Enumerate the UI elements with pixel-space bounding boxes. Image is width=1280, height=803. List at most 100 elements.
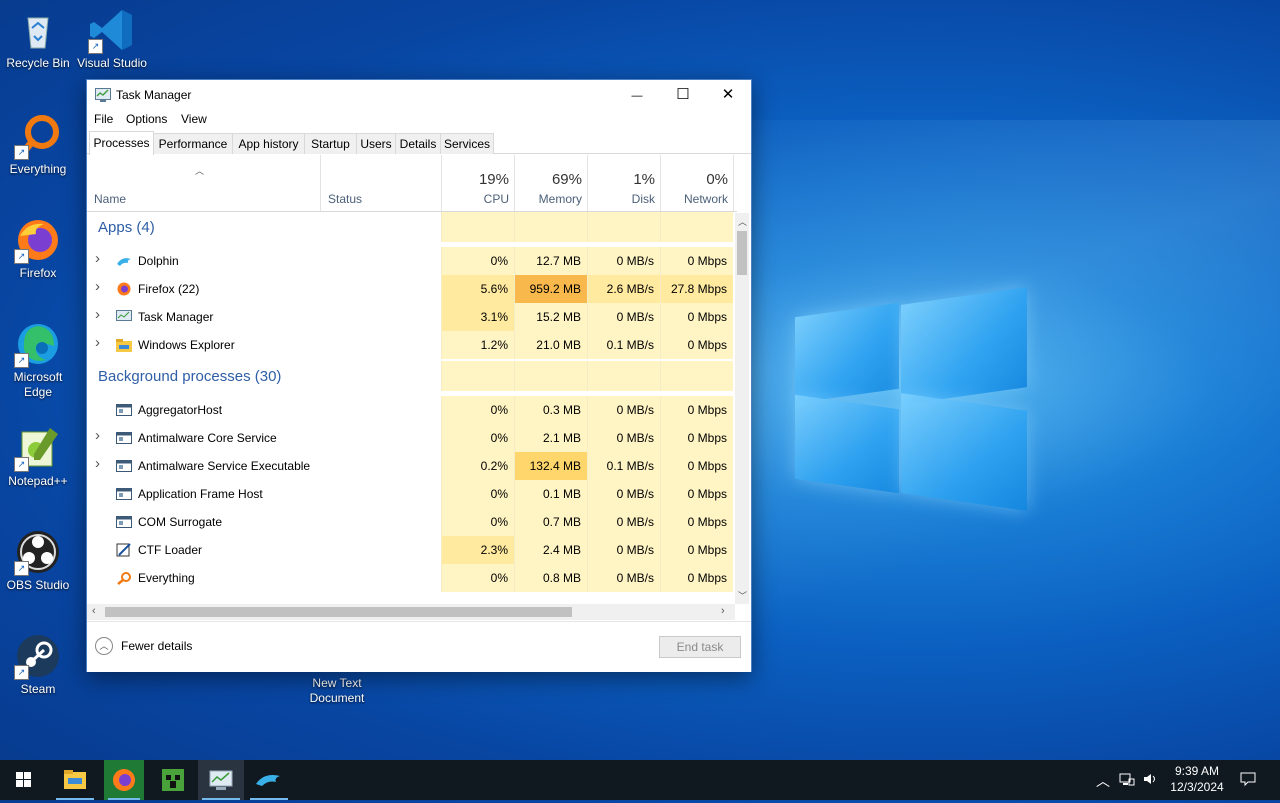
column-cpu[interactable]: 19% CPU bbox=[441, 155, 515, 211]
scroll-right-icon[interactable]: › bbox=[721, 605, 725, 617]
disk-total-percent: 1% bbox=[633, 171, 655, 188]
desktop-icon-label: Recycle Bin bbox=[6, 56, 70, 70]
column-disk[interactable]: 1% Disk bbox=[587, 155, 661, 211]
tab-performance[interactable]: Performance bbox=[153, 133, 233, 154]
tab-startup[interactable]: Startup bbox=[304, 133, 357, 154]
expand-chevron-icon[interactable]: › bbox=[95, 427, 100, 444]
vertical-scrollbar[interactable]: ︿ ﹀ bbox=[735, 213, 749, 604]
taskbar-dolphin[interactable] bbox=[246, 760, 292, 800]
desktop-icon-notepadpp[interactable]: ↗ Notepad++ bbox=[0, 424, 76, 489]
process-cpu: 0% bbox=[441, 480, 514, 508]
desktop-icon-edge[interactable]: ↗ Microsoft Edge bbox=[0, 320, 76, 400]
tab-app-history[interactable]: App history bbox=[232, 133, 305, 154]
process-row[interactable]: › Antimalware Core Service 0% 2.1 MB 0 MB/s 0… bbox=[87, 424, 737, 452]
task-manager-window: Task Manager — ☐ ✕ File Options View Pro… bbox=[86, 79, 752, 672]
shortcut-arrow-icon: ↗ bbox=[14, 665, 29, 680]
tab-details[interactable]: Details bbox=[395, 133, 441, 154]
service-window-icon bbox=[116, 459, 132, 473]
menu-view[interactable]: View bbox=[181, 112, 207, 126]
desktop-icon-firefox[interactable]: ↗ Firefox bbox=[0, 216, 76, 281]
column-memory[interactable]: 69% Memory bbox=[514, 155, 588, 211]
notifications-icon[interactable] bbox=[1240, 771, 1256, 790]
taskbar-task-manager[interactable] bbox=[198, 760, 244, 800]
maximize-button[interactable]: ☐ bbox=[660, 80, 706, 109]
scroll-left-icon[interactable]: ‹ bbox=[92, 605, 96, 617]
everything-icon bbox=[116, 571, 132, 585]
process-network: 0 Mbps bbox=[660, 508, 733, 536]
dolphin-icon bbox=[256, 775, 280, 786]
expand-chevron-icon[interactable]: › bbox=[95, 455, 100, 472]
process-memory: 0.1 MB bbox=[514, 480, 587, 508]
process-row[interactable]: › Task Manager 3.1% 15.2 MB 0 MB/s 0 Mbps bbox=[87, 303, 737, 331]
process-name: Dolphin bbox=[138, 254, 179, 268]
process-disk: 0 MB/s bbox=[587, 564, 660, 592]
horizontal-scroll-thumb[interactable] bbox=[105, 607, 572, 617]
service-window-icon bbox=[116, 515, 132, 529]
volume-icon[interactable] bbox=[1142, 771, 1158, 790]
vertical-scroll-thumb[interactable] bbox=[737, 231, 747, 275]
minimize-button[interactable]: — bbox=[614, 80, 660, 109]
heat-cell bbox=[514, 361, 587, 391]
process-network: 0 Mbps bbox=[660, 331, 733, 359]
process-network: 0 Mbps bbox=[660, 452, 733, 480]
process-network: 0 Mbps bbox=[660, 564, 733, 592]
process-row[interactable]: CTF Loader 2.3% 2.4 MB 0 MB/s 0 Mbps bbox=[87, 536, 737, 564]
taskbar-file-explorer[interactable] bbox=[52, 760, 98, 800]
process-row[interactable]: › Windows Explorer 1.2% 21.0 MB 0.1 MB/s 0 Mb… bbox=[87, 331, 737, 359]
horizontal-scrollbar[interactable]: ‹ › bbox=[87, 604, 735, 620]
desktop-icon-obs[interactable]: ↗ OBS Studio bbox=[0, 528, 76, 593]
column-network[interactable]: 0% Network bbox=[660, 155, 734, 211]
process-row[interactable]: › Firefox (22) 5.6% 959.2 MB 2.6 MB/s 27.8 Mb… bbox=[87, 275, 737, 303]
taskbar-minecraft[interactable] bbox=[150, 760, 196, 800]
start-button[interactable] bbox=[0, 760, 46, 800]
tab-services[interactable]: Services bbox=[440, 133, 494, 154]
end-task-button[interactable]: End task bbox=[659, 636, 741, 658]
taskbar-clock[interactable]: 9:39 AM 12/3/2024 bbox=[1164, 763, 1230, 795]
firefox-icon: ↗ bbox=[14, 216, 62, 264]
expand-chevron-icon[interactable]: › bbox=[95, 334, 100, 351]
scroll-down-icon[interactable]: ﹀ bbox=[738, 589, 747, 602]
tab-users[interactable]: Users bbox=[356, 133, 396, 154]
process-row[interactable]: AggregatorHost 0% 0.3 MB 0 MB/s 0 Mbps bbox=[87, 396, 737, 424]
expand-chevron-icon[interactable]: › bbox=[95, 278, 100, 295]
maximize-icon: ☐ bbox=[676, 86, 690, 103]
desktop-icon-recycle-bin[interactable]: Recycle Bin bbox=[0, 6, 76, 71]
obs-icon: ↗ bbox=[14, 528, 62, 576]
title-bar[interactable]: Task Manager — ☐ ✕ bbox=[87, 80, 751, 109]
ctf-loader-icon bbox=[116, 543, 132, 557]
everything-icon: ↗ bbox=[14, 112, 62, 160]
process-disk: 0 MB/s bbox=[587, 247, 660, 275]
process-row[interactable]: Everything 0% 0.8 MB 0 MB/s 0 Mbps bbox=[87, 564, 737, 592]
process-row[interactable]: › Antimalware Service Executable 0.2% 132.4… bbox=[87, 452, 737, 480]
process-row[interactable]: COM Surrogate 0% 0.7 MB 0 MB/s 0 Mbps bbox=[87, 508, 737, 536]
process-disk: 2.6 MB/s bbox=[587, 275, 660, 303]
column-network-label: Network bbox=[683, 192, 728, 206]
show-hidden-icons[interactable]: ︿ bbox=[1096, 771, 1110, 791]
menu-file[interactable]: File bbox=[94, 112, 113, 126]
column-power[interactable]: P bbox=[733, 155, 738, 211]
process-memory: 132.4 MB bbox=[514, 452, 587, 480]
desktop-icon-steam[interactable]: ↗ Steam bbox=[0, 632, 76, 697]
taskbar-firefox[interactable] bbox=[104, 760, 144, 800]
process-memory: 959.2 MB bbox=[514, 275, 587, 303]
group-title: Apps (4) bbox=[98, 219, 155, 236]
expand-chevron-icon[interactable]: › bbox=[95, 250, 100, 267]
process-network: 0 Mbps bbox=[660, 303, 733, 331]
close-button[interactable]: ✕ bbox=[705, 80, 751, 109]
process-name: Antimalware Service Executable bbox=[138, 459, 311, 473]
expand-chevron-icon[interactable]: › bbox=[95, 306, 100, 323]
column-name[interactable]: Name bbox=[87, 155, 320, 211]
desktop-icon-vscode[interactable]: ↗ Visual Studio Code bbox=[74, 6, 150, 71]
network-icon[interactable] bbox=[1119, 771, 1135, 790]
tab-processes[interactable]: Processes bbox=[89, 131, 154, 155]
firefox-icon bbox=[113, 769, 135, 791]
process-row[interactable]: Application Frame Host 0% 0.1 MB 0 MB/s 0 Mb… bbox=[87, 480, 737, 508]
scroll-up-icon[interactable]: ︿ bbox=[738, 215, 747, 228]
column-status[interactable]: Status bbox=[320, 155, 441, 211]
process-name: Windows Explorer bbox=[138, 338, 235, 352]
desktop-icon-everything[interactable]: ↗ Everything bbox=[0, 112, 76, 177]
process-network: 0 Mbps bbox=[660, 480, 733, 508]
shortcut-arrow-icon: ↗ bbox=[88, 39, 103, 54]
menu-options[interactable]: Options bbox=[126, 112, 167, 126]
process-row[interactable]: › Dolphin 0% 12.7 MB 0 MB/s 0 Mbps bbox=[87, 247, 737, 275]
